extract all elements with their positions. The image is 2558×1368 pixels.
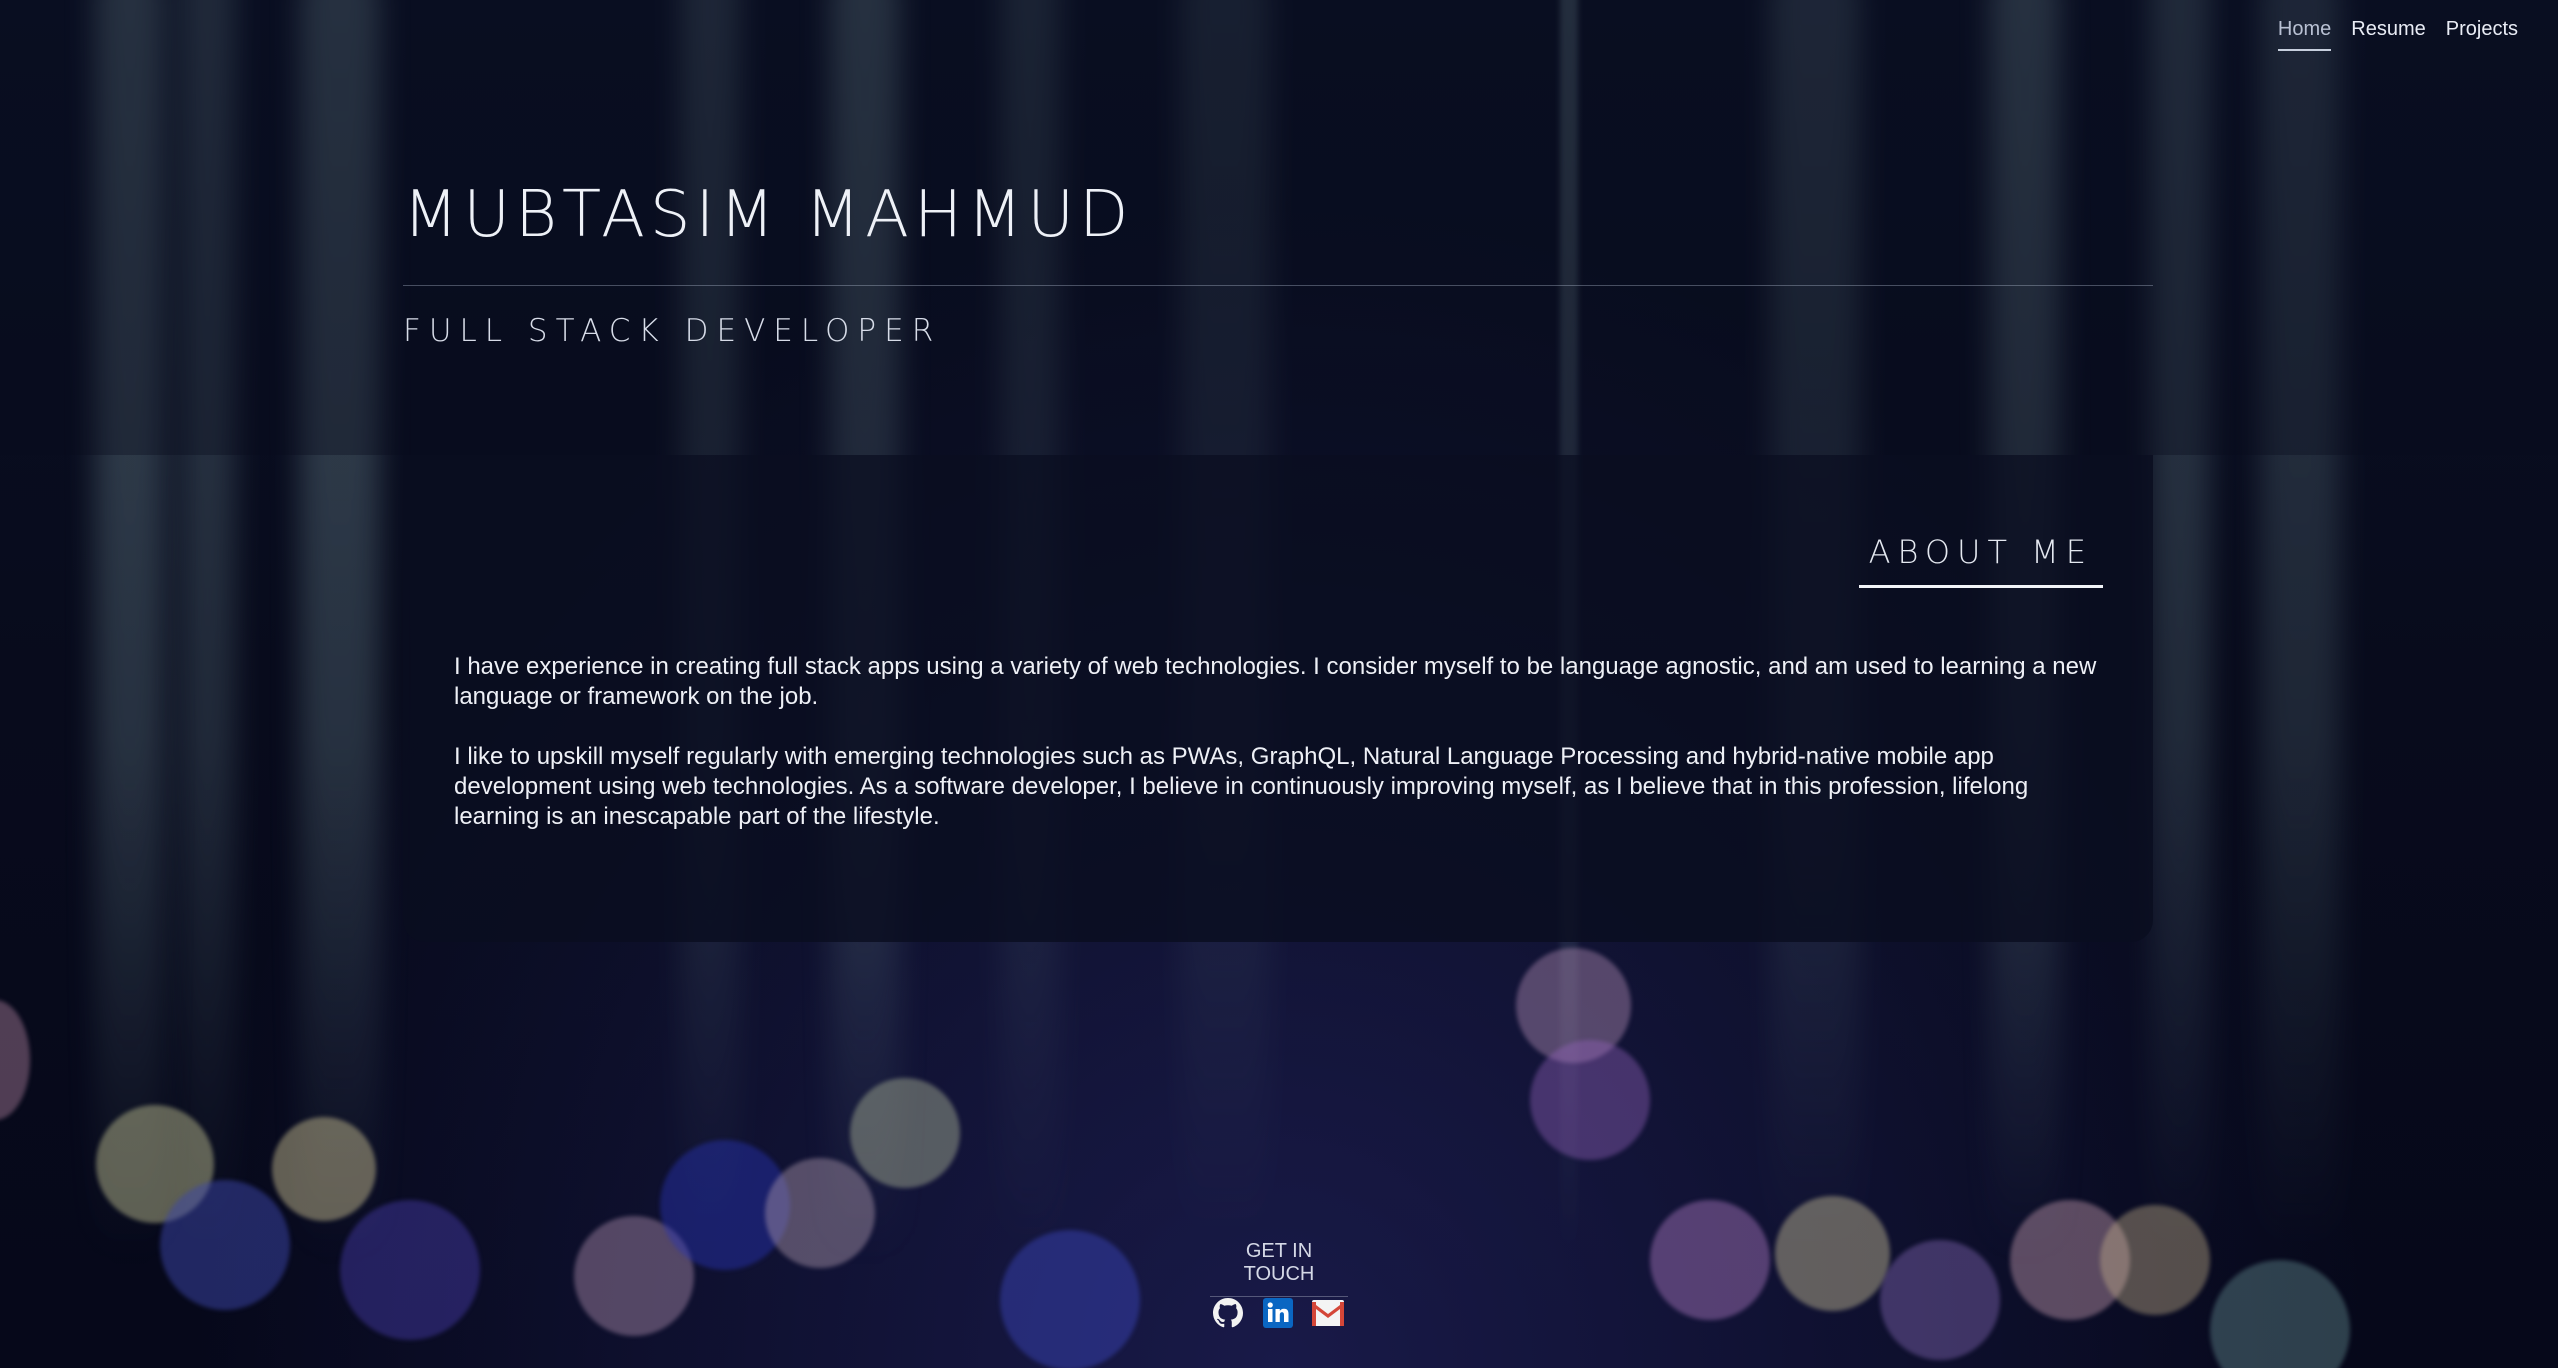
nav-projects[interactable]: Projects [2446,18,2518,51]
about-paragraph: I like to upskill myself regularly with … [454,743,2029,830]
about-text: I have experience in creating full stack… [454,652,2114,862]
page: Home Resume Projects MUBTASIM MAHMUD FUL… [0,0,2558,1368]
top-nav: Home Resume Projects [2277,18,2518,51]
github-icon [1213,1298,1243,1328]
hero-band [0,0,2558,455]
linkedin-icon [1263,1298,1293,1328]
get-in-touch-heading: GET IN TOUCH [1210,1240,1348,1297]
linkedin-link[interactable] [1261,1296,1295,1330]
about-heading: ABOUT ME [1858,533,2103,588]
social-links [1211,1296,1345,1330]
email-link[interactable] [1311,1296,1345,1330]
gmail-icon [1312,1300,1344,1326]
nav-home[interactable]: Home [2277,18,2332,51]
about-section: ABOUT ME I have experience in creating f… [403,455,2153,942]
hero-divider [403,285,2153,286]
github-link[interactable] [1211,1296,1245,1330]
page-title: MUBTASIM MAHMUD [403,178,1134,252]
job-title: FULL STACK DEVELOPER [403,313,942,349]
nav-resume[interactable]: Resume [2351,18,2425,51]
about-paragraph: I have experience in creating full stack… [454,653,2097,710]
